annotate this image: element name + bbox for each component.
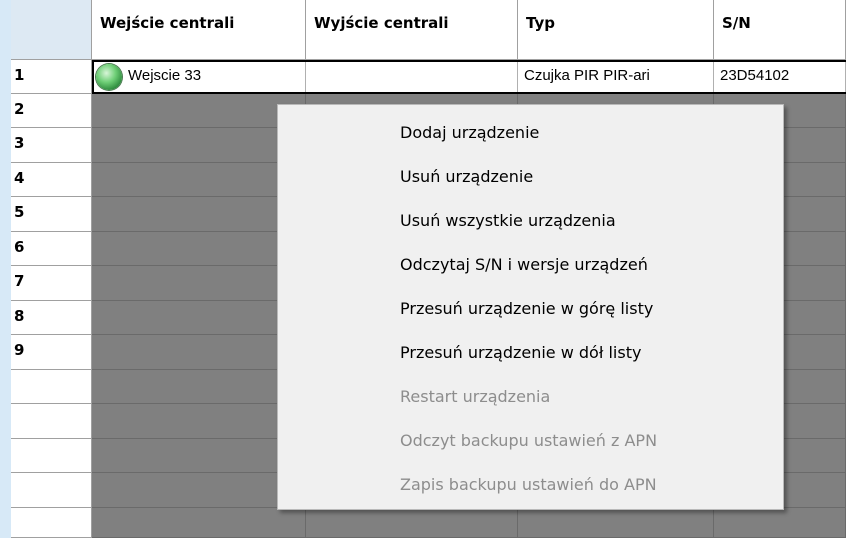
cell-type[interactable] [518, 508, 714, 538]
menu-item-move-down[interactable]: Przesuń urządzenie w dół listy [278, 331, 783, 375]
row-header[interactable] [11, 439, 92, 473]
cell-input[interactable] [92, 163, 306, 197]
menu-item-remove-all-devices[interactable]: Usuń wszystkie urządzenia [278, 199, 783, 243]
row-header[interactable]: 9 [11, 335, 92, 370]
menu-item-read-sn-versions[interactable]: Odczytaj S/N i wersje urządzeń [278, 243, 783, 287]
row-header[interactable] [11, 370, 92, 404]
cell-input[interactable] [92, 335, 306, 370]
selected-row-frame [92, 60, 846, 94]
row-header[interactable]: 8 [11, 301, 92, 335]
row-header[interactable]: 3 [11, 128, 92, 163]
cell-input[interactable] [92, 508, 306, 538]
row-header[interactable]: 2 [11, 94, 92, 128]
row-header[interactable] [11, 404, 92, 439]
row-header[interactable]: 4 [11, 163, 92, 197]
menu-item-remove-device[interactable]: Usuń urządzenie [278, 155, 783, 199]
row-header[interactable] [11, 473, 92, 508]
cell-input[interactable] [92, 404, 306, 439]
row-header[interactable]: 7 [11, 266, 92, 301]
row-header[interactable]: 5 [11, 197, 92, 232]
column-header-type[interactable]: Typ [518, 0, 714, 60]
menu-item-restart-device: Restart urządzenia [400, 387, 551, 406]
cell-input[interactable] [92, 232, 306, 266]
menu-item-read-backup-apn: Odczyt backupu ustawień z APN [400, 431, 658, 450]
cell-input[interactable] [92, 370, 306, 404]
cell-input[interactable] [92, 266, 306, 301]
cell-output[interactable] [306, 508, 518, 538]
row-header[interactable]: 1 [11, 60, 92, 94]
row-header[interactable] [11, 508, 92, 538]
cell-sn[interactable] [714, 508, 846, 538]
menu-item-move-up[interactable]: Przesuń urządzenie w górę listy [278, 287, 783, 331]
cell-input[interactable] [92, 94, 306, 128]
row-header[interactable]: 6 [11, 232, 92, 266]
column-header-output[interactable]: Wyjście centrali [306, 0, 518, 60]
context-menu: Dodaj urządzenie Usuń urządzenie Usuń ws… [277, 104, 784, 510]
grid-corner-header[interactable] [11, 0, 92, 60]
menu-item-add-device[interactable]: Dodaj urządzenie [278, 111, 783, 155]
cell-input[interactable] [92, 197, 306, 232]
cell-input[interactable] [92, 473, 306, 508]
column-header-sn[interactable]: S/N [714, 0, 846, 60]
cell-input[interactable] [92, 128, 306, 163]
menu-item-write-backup-apn: Zapis backupu ustawień do APN [400, 475, 657, 494]
cell-input[interactable] [92, 439, 306, 473]
cell-input[interactable] [92, 301, 306, 335]
column-header-input[interactable]: Wejście centrali [92, 0, 306, 60]
